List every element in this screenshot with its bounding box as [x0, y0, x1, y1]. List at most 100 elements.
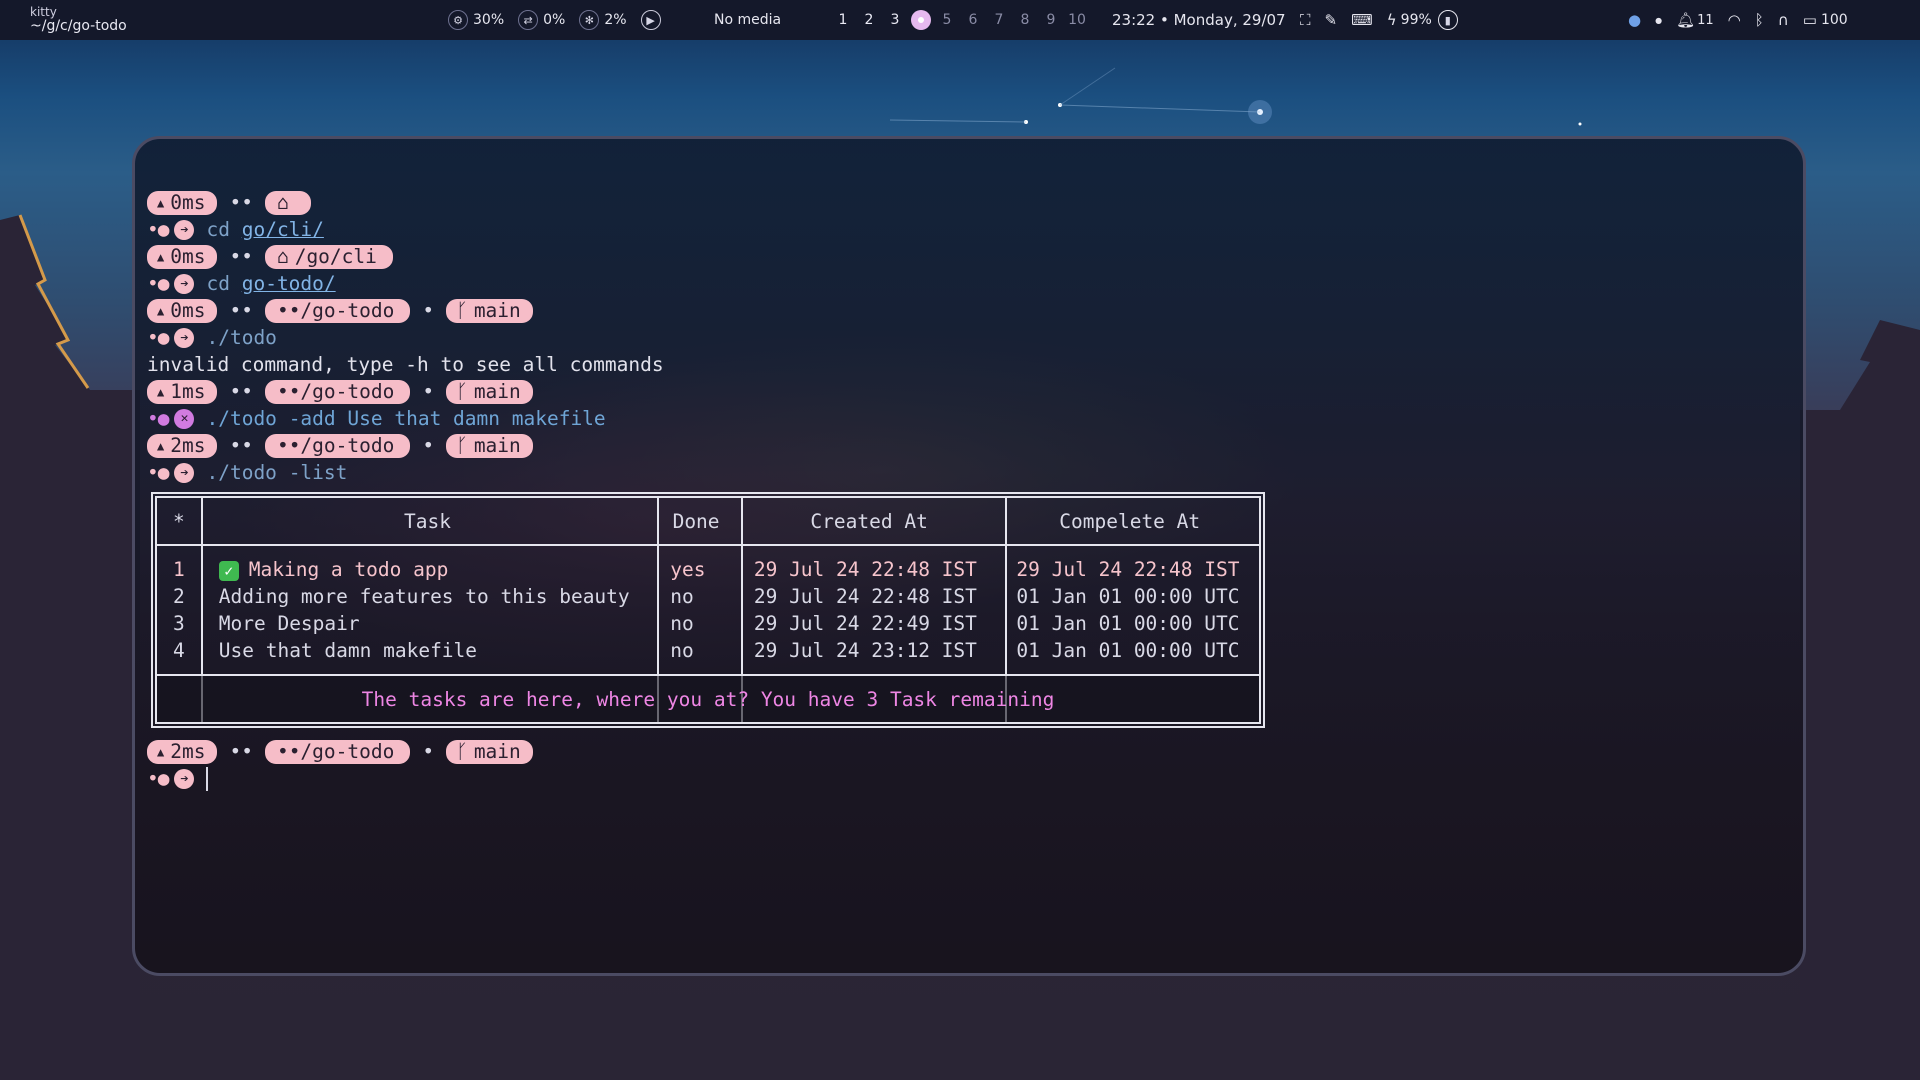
row-done: yes [670, 558, 706, 581]
top-bar: kitty ~/g/c/go-todo ⚙ 30% ⇄ 0% ✻ 2% ▶ No… [0, 0, 1920, 40]
clock[interactable]: 23:22 • Monday, 29/07 [1112, 0, 1286, 40]
headphones-icon[interactable]: ∩ [1778, 11, 1789, 29]
check-mark-icon: ✓ [218, 561, 239, 581]
text-cursor[interactable] [206, 766, 209, 791]
error-output: invalid command, type -h to see all comm… [147, 353, 664, 376]
keyboard-icon[interactable]: ⌨ [1351, 11, 1373, 29]
row-task: More Despair [218, 612, 360, 635]
workspace-8[interactable]: 8 [1012, 12, 1038, 28]
bell-icon[interactable]: 🔔︎ [1676, 11, 1695, 29]
swap-value: 0% [543, 12, 566, 28]
terminal-window[interactable]: ▲ 0ms •• ⌂ •● ➔ cd go/cli/ ▲ 0ms •• ⌂/go/cli… [132, 136, 1806, 976]
row-task: Adding more features to this beauty [218, 585, 630, 608]
screenshot-icon[interactable]: ⛶ [1300, 11, 1311, 29]
command-line: •● ➔ cd go/cli/ [147, 216, 1793, 243]
row-created: 29 Jul 24 23:12 IST [753, 639, 977, 662]
table-header-row: * Task Done Created At Compelete At [157, 498, 1259, 544]
cpu-icon: ⚙ [448, 10, 468, 30]
cpu-stat[interactable]: ⚙ 30% [448, 10, 504, 30]
dots-icon: •● [147, 272, 170, 295]
media-status[interactable]: No media [714, 0, 781, 40]
memory-icon: ✻ [579, 10, 600, 30]
triangle-up-icon: ▲ [157, 744, 165, 759]
header-created: Created At [810, 509, 928, 533]
memory-stat[interactable]: ✻ 2% [579, 10, 627, 30]
workspace-9[interactable]: 9 [1038, 12, 1064, 28]
workspace-6[interactable]: 6 [960, 12, 986, 28]
command-line: •● ➔ ./todo -list [147, 459, 1793, 486]
wifi-icon[interactable]: ◠ [1728, 11, 1741, 29]
quick-toggles: ⛶ ✎ ⌨ ϟ 99% ▮ [1300, 0, 1458, 40]
time-pill: ▲ 2ms [147, 433, 218, 458]
separator-icon: •• [229, 380, 253, 403]
row-index: 1 [173, 558, 185, 581]
row-done: no [670, 639, 694, 662]
swap-icon: ⇄ [518, 10, 539, 30]
dots-icon: •● [147, 218, 170, 241]
branch-value: main [473, 434, 521, 457]
footer-text: The tasks are here, where you at? You ha… [361, 687, 1055, 711]
terminal-output: ▲ 0ms •• ⌂ •● ➔ cd go/cli/ ▲ 0ms •• ⌂/go/cli… [147, 189, 1793, 792]
active-command-line[interactable]: •● ➔ [147, 765, 1793, 792]
branch-pill: ᚴ main [446, 298, 533, 323]
row-created: 29 Jul 24 22:48 IST [753, 585, 977, 608]
arrow-right-icon: ➔ [174, 768, 195, 789]
time-pill: ▲ 0ms [147, 190, 218, 215]
charging-icon: ϟ [1386, 11, 1397, 29]
time-value: 0ms [170, 245, 206, 268]
time-value: 2ms [170, 434, 206, 457]
arrow-right-icon: ➔ [174, 273, 195, 294]
branch-pill: ᚴ main [446, 433, 533, 458]
command-arg: -add Use that damn makefile [288, 407, 606, 430]
command-arg[interactable]: go/cli/ [242, 218, 324, 241]
row-index: 4 [173, 639, 185, 662]
dots-icon: •● [147, 461, 170, 484]
command-line-error: •● ✕ ./todo -add Use that damn makefile [147, 405, 1793, 432]
path-value: /go/cli [294, 245, 377, 268]
command-arg[interactable]: go-todo/ [242, 272, 336, 295]
prompt-line: ▲ 2ms •• ••/go-todo • ᚴ main [147, 738, 1793, 765]
separator-icon: •• [229, 191, 253, 214]
bluetooth-icon[interactable]: ᛒ [1755, 11, 1764, 29]
separator-icon: • [422, 740, 435, 763]
command-arg: -list [288, 461, 348, 484]
time-pill: ▲ 2ms [147, 739, 218, 764]
workspace-1[interactable]: 1 [830, 12, 856, 28]
time-pill: ▲ 0ms [147, 298, 218, 323]
separator-icon: •• [229, 740, 253, 763]
workspace-7[interactable]: 7 [986, 12, 1012, 28]
path-value: ••/go-todo [276, 299, 395, 322]
workspace-3[interactable]: 3 [882, 12, 908, 28]
row-completed: 01 Jan 01 00:00 UTC [1016, 612, 1240, 635]
table-row: 1 ✓ Making a todo app yes 29 Jul 24 22:48… [157, 556, 1259, 583]
window-title: kitty ~/g/c/go-todo [30, 0, 127, 40]
globe-icon[interactable]: ● [1628, 11, 1641, 29]
workspace-2[interactable]: 2 [856, 12, 882, 28]
swap-stat[interactable]: ⇄ 0% [518, 10, 565, 30]
path-value: ••/go-todo [276, 434, 395, 457]
color-picker-icon[interactable]: ✎ [1325, 11, 1338, 29]
triangle-up-icon: ▲ [157, 303, 165, 318]
workspace-5[interactable]: 5 [934, 12, 960, 28]
command-name: ./todo [206, 326, 277, 349]
path-pill: ⌂/go/cli [264, 244, 393, 269]
battery-icon[interactable]: ▮ [1437, 10, 1458, 30]
separator-icon: •• [229, 434, 253, 457]
media-label: No media [714, 12, 782, 28]
table-row: 2 Adding more features to this beauty no… [157, 583, 1259, 610]
keyboard-layout-value[interactable]: 100 [1821, 12, 1848, 28]
cpu-value: 30% [473, 12, 505, 28]
path-pill: ••/go-todo [264, 298, 411, 323]
row-created: 29 Jul 24 22:49 IST [753, 612, 977, 635]
command-name: cd [206, 218, 230, 241]
workspace-4-active[interactable] [911, 10, 931, 30]
branch-pill: ᚴ main [446, 739, 533, 764]
table-footer: The tasks are here, where you at? You ha… [157, 676, 1259, 722]
row-completed: 01 Jan 01 00:00 UTC [1016, 585, 1240, 608]
time-pill: ▲ 0ms [147, 244, 218, 269]
media-play-button[interactable]: ▶ [640, 10, 661, 30]
row-completed: 01 Jan 01 00:00 UTC [1016, 639, 1240, 662]
workspace-10[interactable]: 10 [1064, 12, 1090, 28]
prompt-line: ▲ 0ms •• ••/go-todo • ᚴ main [147, 297, 1793, 324]
triangle-up-icon: ▲ [157, 195, 165, 210]
